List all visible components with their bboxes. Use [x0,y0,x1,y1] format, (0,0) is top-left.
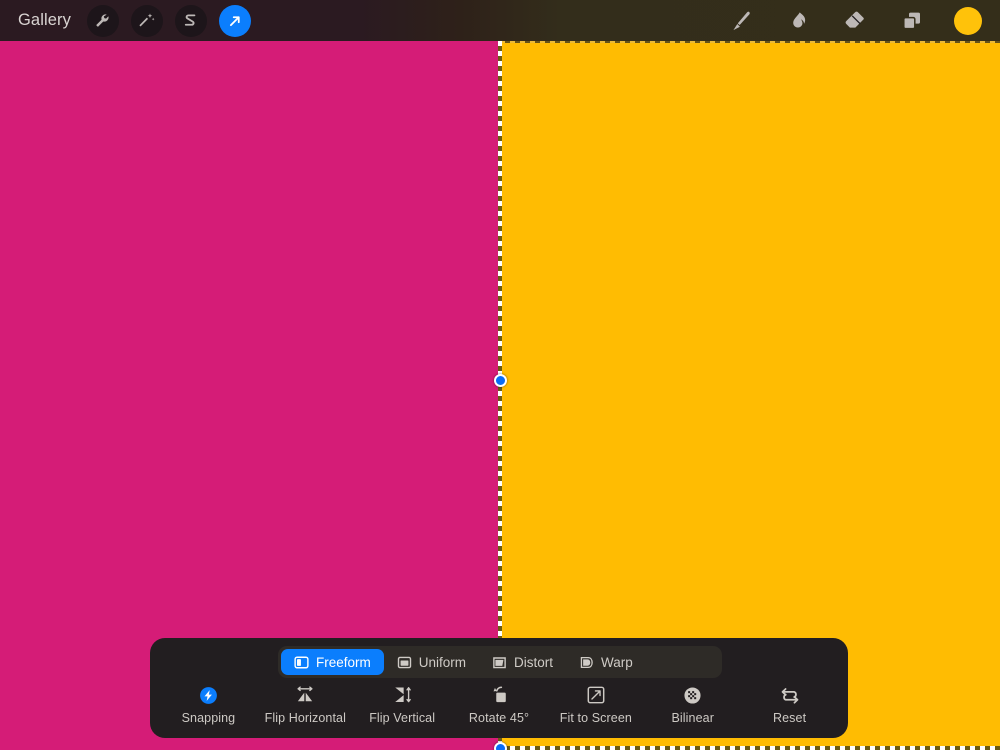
transform-toolbar: Freeform Uniform Disto [150,638,848,738]
tab-warp-label: Warp [601,655,633,670]
rotate-45-label: Rotate 45° [469,711,529,725]
eraser-icon [842,8,868,34]
bilinear-label: Bilinear [671,711,714,725]
reset-button[interactable]: Reset [741,684,838,725]
paintbrush-icon [728,8,754,34]
tab-uniform[interactable]: Uniform [384,649,479,675]
flip-vertical-button[interactable]: Flip Vertical [354,684,451,725]
tab-freeform-label: Freeform [316,655,371,670]
flip-horizontal-icon [294,684,316,706]
fit-to-screen-label: Fit to Screen [560,711,632,725]
smudge-icon [786,9,810,33]
color-swatch-button[interactable] [954,7,982,35]
rotate-45-icon [488,684,510,706]
adjustments-tool-button[interactable] [131,5,163,37]
wrench-icon [93,11,112,30]
reset-icon [779,684,801,706]
actions-tool-button[interactable] [87,5,119,37]
selection-tool-button[interactable] [175,5,207,37]
uniform-icon [397,655,412,670]
reset-label: Reset [773,711,806,725]
snapping-bolt-icon [197,684,219,706]
tab-distort-label: Distort [514,655,553,670]
snapping-label: Snapping [182,711,236,725]
erase-tool-button[interactable] [840,6,870,36]
tab-distort[interactable]: Distort [479,649,566,675]
fit-to-screen-icon [585,684,607,706]
tab-freeform[interactable]: Freeform [281,649,384,675]
snapping-button[interactable]: Snapping [160,684,257,725]
procreate-canvas-app: Gallery [0,0,1000,750]
layers-tool-button[interactable] [897,6,927,36]
gallery-button[interactable]: Gallery [14,9,75,32]
bilinear-icon [682,684,704,706]
smudge-tool-button[interactable] [783,6,813,36]
s-curve-icon [181,11,200,30]
transform-action-row: Snapping Flip Horizontal [150,684,848,725]
layers-icon [900,9,924,33]
flip-horizontal-label: Flip Horizontal [265,711,346,725]
tab-uniform-label: Uniform [419,655,466,670]
top-toolbar-left-group: Gallery [0,5,251,37]
transform-mode-segmented-control: Freeform Uniform Disto [278,646,722,678]
transform-tool-button[interactable] [219,5,251,37]
flip-horizontal-button[interactable]: Flip Horizontal [257,684,354,725]
flip-vertical-icon [391,684,413,706]
top-toolbar: Gallery [0,0,1000,41]
tab-warp[interactable]: Warp [566,649,646,675]
fit-to-screen-button[interactable]: Fit to Screen [547,684,644,725]
distort-icon [492,655,507,670]
warp-icon [579,655,594,670]
paint-tool-button[interactable] [726,6,756,36]
arrow-transform-icon [226,12,244,30]
bilinear-button[interactable]: Bilinear [644,684,741,725]
top-toolbar-right-group [726,6,1000,36]
flip-vertical-label: Flip Vertical [369,711,435,725]
rotate-45-button[interactable]: Rotate 45° [451,684,548,725]
freeform-icon [294,655,309,670]
magic-wand-icon [137,11,156,30]
